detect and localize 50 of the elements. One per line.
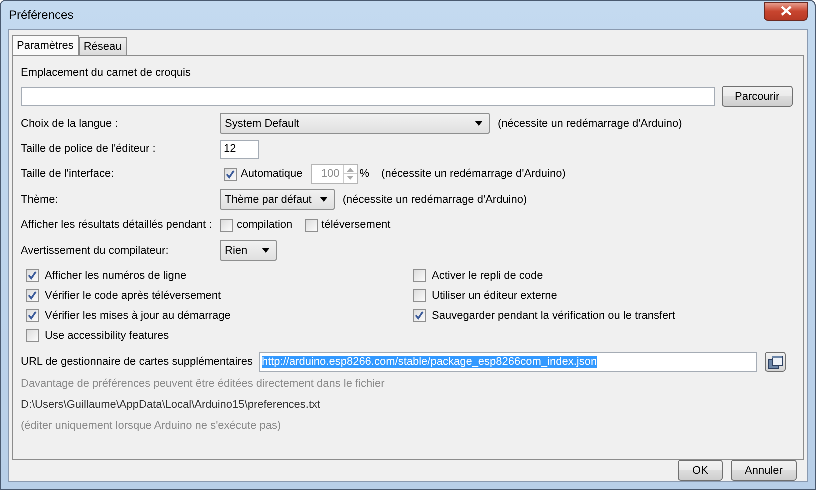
- caret-icon: [262, 248, 270, 253]
- restart-note: (nécessite un redémarrage d'Arduino): [382, 168, 566, 180]
- checkbox[interactable]: [26, 289, 39, 302]
- setting-label: Afficher les résultats détaillés pendant :: [21, 219, 212, 231]
- checkbox[interactable]: [26, 309, 39, 322]
- dropdown[interactable]: System Default: [220, 113, 490, 134]
- hint-text: Davantage de préférences peuvent être éditées directement dans le fichier: [21, 377, 386, 392]
- tab[interactable]: Réseau: [78, 37, 127, 55]
- windows-icon-button[interactable]: [764, 352, 786, 372]
- window-title: Préférences: [9, 8, 74, 22]
- dropdown[interactable]: Rien: [220, 240, 277, 261]
- checkbox[interactable]: [26, 329, 39, 342]
- unit-label: %: [360, 168, 370, 180]
- restart-note: (nécessite un redémarrage d'Arduino): [342, 194, 528, 206]
- setting-label: Thème:: [21, 194, 58, 206]
- setting-label: Avertissement du compilateur:: [21, 244, 169, 256]
- checkbox[interactable]: [413, 269, 426, 282]
- sketchbook-label: Emplacement du carnet de croquis: [21, 67, 192, 79]
- checkbox-label[interactable]: téléversement: [322, 219, 391, 231]
- checkbox-label[interactable]: Utiliser un éditeur externe: [432, 290, 558, 302]
- dropdown[interactable]: Thème par défaut: [220, 189, 335, 210]
- checkbox[interactable]: [26, 269, 39, 282]
- setting-label: Choix de la langue :: [21, 118, 118, 130]
- checkbox[interactable]: [413, 289, 426, 302]
- checkbox-label[interactable]: Vérifier le code après téléversement: [45, 290, 222, 302]
- checkbox[interactable]: [304, 218, 318, 232]
- checkbox[interactable]: [413, 309, 426, 322]
- font-size-field[interactable]: 12: [220, 140, 259, 158]
- checkbox-label[interactable]: compilation: [237, 219, 293, 231]
- dialog-button[interactable]: OK: [678, 460, 723, 481]
- checkbox-label[interactable]: Activer le repli de code: [432, 270, 544, 282]
- setting-label: Taille de police de l'éditeur :: [21, 143, 156, 155]
- checkbox-label[interactable]: Afficher les numéros de ligne: [45, 270, 187, 282]
- hint-text: (éditer uniquement lorsque Arduino ne s'exécute pas): [21, 419, 282, 434]
- browse-button[interactable]: Parcourir: [722, 86, 793, 107]
- caret-icon: [475, 121, 483, 126]
- restart-note: (nécessite un redémarrage d'Arduino): [498, 118, 682, 130]
- checkbox-label[interactable]: Use accessibility features: [45, 330, 170, 342]
- dialog-button[interactable]: Annuler: [731, 460, 797, 481]
- sketchbook-path-field[interactable]: [21, 87, 715, 106]
- close-icon: [780, 6, 792, 16]
- checkbox-label[interactable]: Vérifier les mises à jour au démarrage: [45, 310, 231, 322]
- setting-label: Taille de l'interface:: [21, 168, 114, 180]
- caret-icon: [320, 197, 328, 202]
- close-button[interactable]: [764, 2, 808, 20]
- boards-url-label: URL de gestionnaire de cartes supplémentaires: [21, 356, 253, 368]
- tab[interactable]: Paramètres: [12, 35, 79, 55]
- file-path: D:\Users\Guillaume\AppData\Local\Arduino15\preferences.txt: [21, 398, 322, 413]
- checkbox[interactable]: [220, 218, 233, 232]
- checkbox-label[interactable]: Sauvegarder pendant la vérification ou le transfert: [432, 310, 676, 322]
